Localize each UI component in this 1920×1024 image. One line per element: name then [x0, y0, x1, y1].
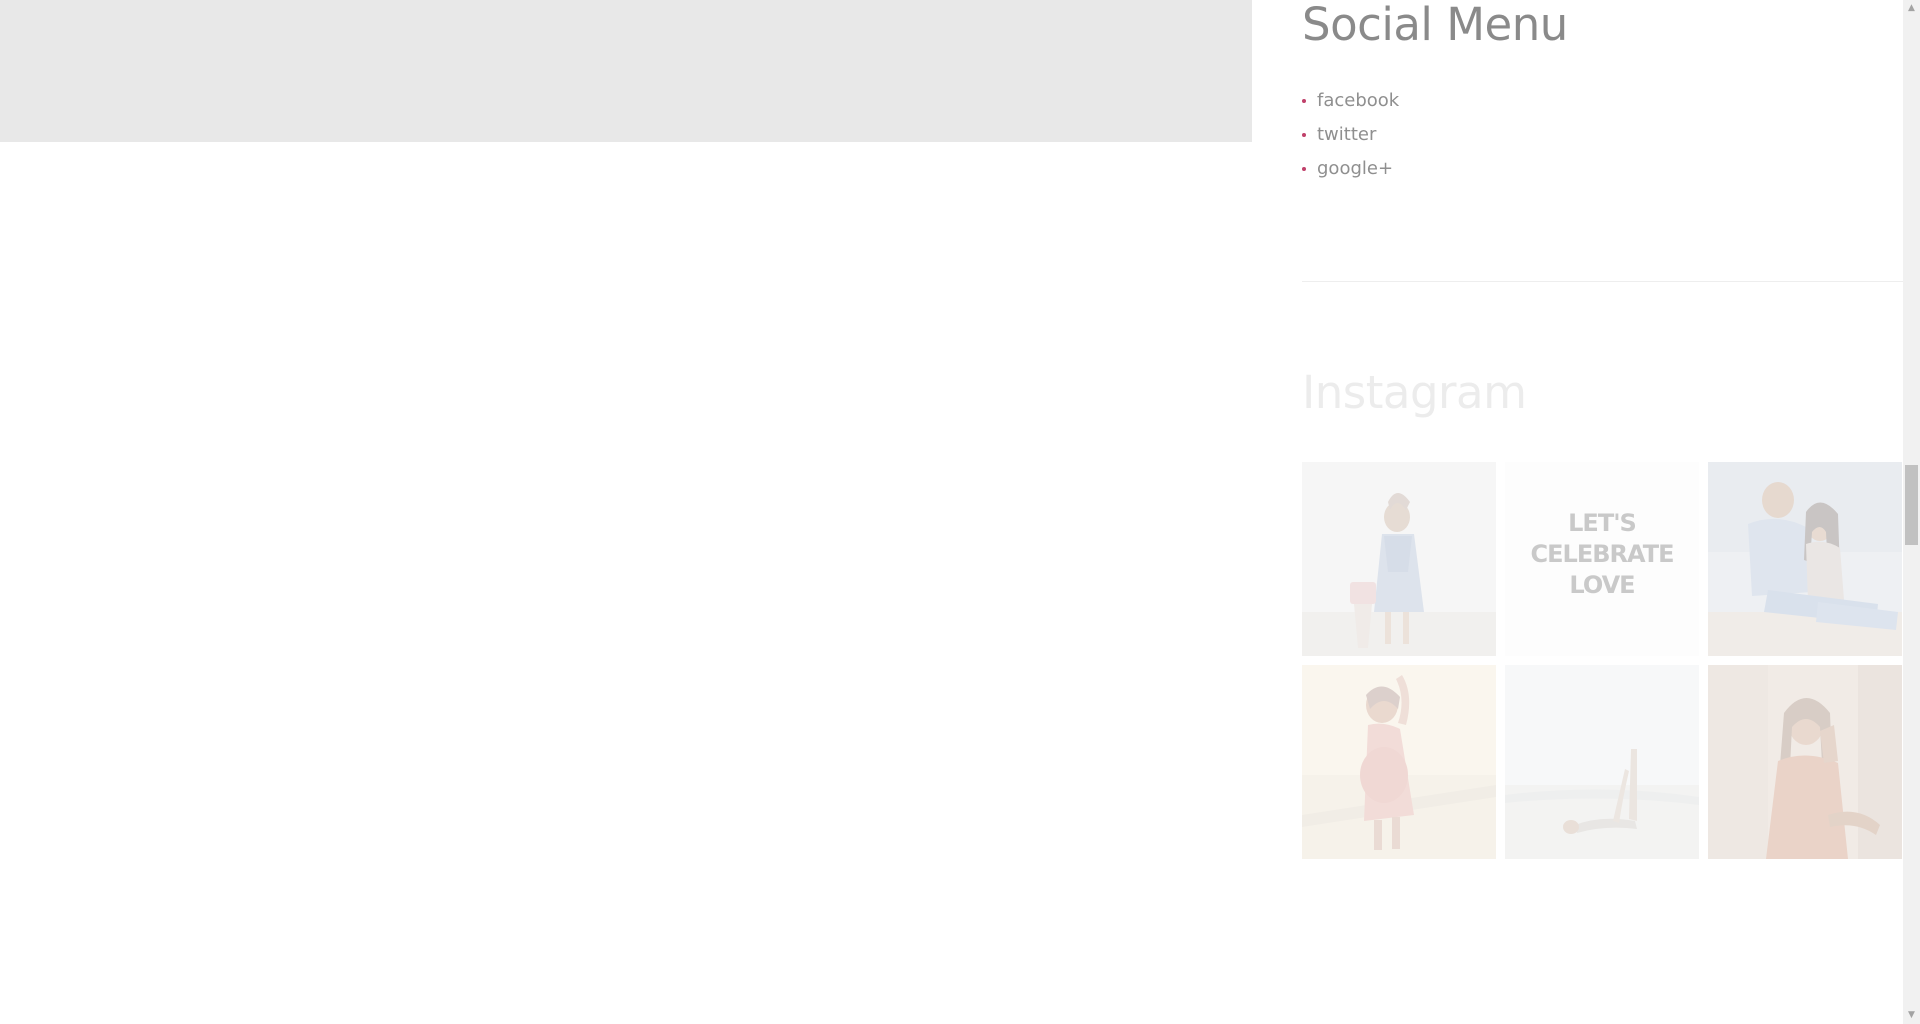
woman-lying-on-beach-image	[1505, 665, 1699, 859]
bullet-icon	[1302, 167, 1306, 171]
facebook-link[interactable]: facebook	[1317, 90, 1399, 111]
page: Social Menu facebook twitter google+ Ins…	[0, 0, 1920, 1024]
woman-in-pink-dress-image	[1302, 665, 1496, 859]
scroll-up-arrow-icon[interactable]: ▲	[1903, 0, 1920, 17]
social-menu-item-google-plus: google+	[1302, 155, 1399, 189]
social-menu-item-twitter: twitter	[1302, 121, 1399, 155]
instagram-photo[interactable]	[1302, 462, 1496, 656]
instagram-photo[interactable]	[1302, 665, 1496, 859]
instagram-photo[interactable]: LET'S CELEBRATE LOVE	[1505, 462, 1699, 656]
social-menu-title: Social Menu	[1302, 0, 1568, 51]
twitter-link[interactable]: twitter	[1317, 124, 1376, 145]
social-menu-item-facebook: facebook	[1302, 87, 1399, 121]
google-plus-link[interactable]: google+	[1317, 158, 1393, 179]
woman-in-denim-dress-image	[1302, 462, 1496, 656]
bullet-icon	[1302, 99, 1306, 103]
instagram-title: Instagram	[1302, 366, 1527, 419]
content-gray-block	[0, 0, 1252, 142]
bullet-icon	[1302, 133, 1306, 137]
scroll-down-arrow-icon[interactable]: ▼	[1903, 1007, 1920, 1024]
instagram-photo[interactable]	[1708, 665, 1902, 859]
instagram-grid: LET'S CELEBRATE LOVE	[1302, 462, 1903, 859]
scrollbar-thumb[interactable]	[1905, 465, 1918, 545]
vertical-scrollbar[interactable]: ▲ ▼	[1903, 0, 1920, 1024]
sidebar: Social Menu facebook twitter google+ Ins…	[1302, 0, 1903, 1024]
woman-by-window-image	[1708, 665, 1902, 859]
celebrate-love-text: LET'S CELEBRATE LOVE	[1530, 509, 1675, 599]
instagram-photo[interactable]	[1505, 665, 1699, 859]
instagram-photo[interactable]	[1708, 462, 1902, 656]
couple-sitting-image	[1708, 462, 1902, 656]
section-divider	[1302, 281, 1903, 282]
social-menu-list: facebook twitter google+	[1302, 87, 1399, 189]
